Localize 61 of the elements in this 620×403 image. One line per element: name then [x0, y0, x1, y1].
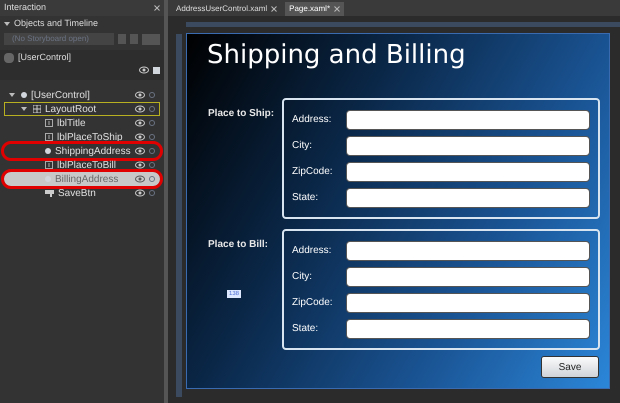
- tree-item[interactable]: lblPlaceToBill: [4, 158, 160, 172]
- close-icon[interactable]: [334, 6, 340, 12]
- textblock-icon: [45, 119, 53, 127]
- collapse-arrow-icon[interactable]: [4, 21, 10, 27]
- tree-item[interactable]: [UserControl]: [4, 88, 160, 102]
- tree-item[interactable]: lblPlaceToShip: [4, 130, 160, 144]
- field-label: City:: [292, 139, 313, 153]
- eye-icon[interactable]: [135, 175, 145, 183]
- element-name: lblTitle: [57, 116, 87, 130]
- lock-toggle-icon[interactable]: [149, 106, 155, 112]
- document-tab[interactable]: Page.xaml*: [285, 2, 344, 16]
- lock-toggle-icon[interactable]: [149, 190, 155, 196]
- element-name: LayoutRoot: [45, 102, 98, 116]
- section-label: Place to Ship:: [208, 107, 274, 121]
- field-label: ZipCode:: [292, 165, 334, 179]
- lock-toggle-icon[interactable]: [149, 120, 155, 126]
- input-field[interactable]: [346, 162, 590, 182]
- element-name: [UserControl]: [31, 88, 91, 102]
- field-label: State:: [292, 322, 320, 336]
- section-label: Place to Bill:: [208, 238, 268, 252]
- tree-item[interactable]: SaveBtn: [4, 186, 160, 200]
- section-title: Objects and Timeline: [14, 17, 98, 30]
- input-field[interactable]: [346, 136, 590, 156]
- element-name: BillingAddress: [55, 172, 120, 186]
- storyboard-field[interactable]: (No Storyboard open): [4, 33, 114, 45]
- close-icon[interactable]: [271, 6, 278, 12]
- field-label: Address:: [292, 244, 332, 258]
- input-field[interactable]: [346, 318, 590, 338]
- element-name: SaveBtn: [58, 186, 97, 200]
- input-field[interactable]: [346, 292, 590, 312]
- scope-label: [UserControl]: [18, 51, 72, 64]
- tree-item[interactable]: ShippingAddress: [4, 144, 160, 158]
- page-title: Shipping and Billing: [206, 39, 467, 72]
- input-field[interactable]: [346, 240, 590, 260]
- lock-toggle-icon[interactable]: [149, 148, 155, 154]
- close-icon[interactable]: [154, 5, 160, 11]
- document-tab[interactable]: AddressUserControl.xaml: [172, 2, 282, 16]
- textblock-icon: [45, 161, 53, 169]
- input-field[interactable]: [346, 110, 590, 130]
- element-name: ShippingAddress: [55, 144, 132, 158]
- panel-title: Interaction: [4, 1, 46, 14]
- field-label: ZipCode:: [292, 296, 334, 310]
- lock-toggle-icon[interactable]: [149, 134, 155, 140]
- button-icon: [45, 190, 54, 196]
- lock-toggle-icon[interactable]: [149, 176, 155, 182]
- textblock-icon: [45, 133, 53, 141]
- input-field[interactable]: [346, 266, 590, 286]
- lock-toggle-icon[interactable]: [149, 162, 155, 168]
- input-field[interactable]: [346, 188, 590, 208]
- expand-arrow-icon[interactable]: [9, 92, 15, 98]
- element-name: lblPlaceToShip: [57, 130, 124, 144]
- grid-icon: [33, 105, 41, 113]
- tree-item[interactable]: lblTitle: [4, 116, 160, 130]
- expand-arrow-icon[interactable]: [21, 106, 27, 112]
- save-button[interactable]: Save: [541, 356, 599, 378]
- field-label: State:: [292, 191, 320, 205]
- tree-item[interactable]: LayoutRoot: [4, 102, 160, 116]
- element-name: lblPlaceToBill: [57, 158, 117, 172]
- field-label: City:: [292, 270, 313, 284]
- field-label: Address:: [292, 113, 332, 127]
- lock-toggle-icon[interactable]: [149, 92, 155, 98]
